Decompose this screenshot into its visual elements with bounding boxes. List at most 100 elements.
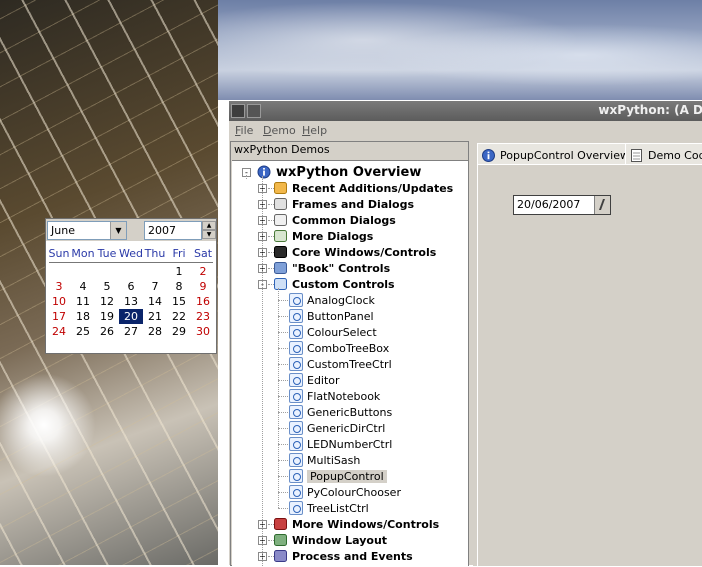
- calendar-day[interactable]: 25: [71, 324, 95, 339]
- tree-item-selected[interactable]: PopupControl: [289, 468, 387, 484]
- tree-item[interactable]: CustomTreeCtrl: [289, 356, 392, 372]
- sun-glare: [0, 370, 110, 480]
- tree-item[interactable]: LEDNumberCtrl: [289, 436, 392, 452]
- tree-group[interactable]: More Windows/Controls: [273, 516, 439, 532]
- calendar-day[interactable]: 7: [143, 279, 167, 294]
- calendar-day[interactable]: 23: [191, 309, 215, 324]
- calendar-day[interactable]: 3: [47, 279, 71, 294]
- popup-button-icon[interactable]: [594, 196, 610, 214]
- title-bar[interactable]: wxPython: (A D: [229, 101, 702, 121]
- calendar-day[interactable]: 30: [191, 324, 215, 339]
- tree-connector: [262, 176, 263, 567]
- tree-item-label: GenericDirCtrl: [307, 421, 386, 435]
- core-controls-icon: [273, 245, 288, 259]
- spin-down-icon[interactable]: ▼: [202, 230, 216, 239]
- tree-item[interactable]: ComboTreeBox: [289, 340, 389, 356]
- calendar-day[interactable]: 22: [167, 309, 191, 324]
- calendar-day[interactable]: 28: [143, 324, 167, 339]
- tree-item[interactable]: MultiSash: [289, 452, 360, 468]
- tree-group[interactable]: Window Layout: [273, 532, 387, 548]
- spin-up-icon[interactable]: ▲: [202, 221, 216, 230]
- calendar-day[interactable]: 15: [167, 294, 191, 309]
- tree-group[interactable]: More Dialogs: [273, 228, 373, 244]
- tree-item-label: PopupControl: [307, 469, 387, 483]
- calendar-week: 10 11 12 13 14 15 16: [47, 294, 215, 309]
- calendar-day[interactable]: 11: [71, 294, 95, 309]
- calendar-day[interactable]: 1: [167, 264, 191, 279]
- calendar-day[interactable]: 29: [167, 324, 191, 339]
- calendar-day[interactable]: 8: [167, 279, 191, 294]
- chevron-down-icon[interactable]: ▼: [110, 222, 126, 239]
- calendar-day[interactable]: 16: [191, 294, 215, 309]
- window-title: wxPython: (A D: [598, 103, 702, 117]
- tree-group[interactable]: Core Windows/Controls: [273, 244, 436, 260]
- calendar-day[interactable]: 14: [143, 294, 167, 309]
- tree-group[interactable]: Process and Events: [273, 548, 413, 564]
- tree-root[interactable]: wxPython Overview: [257, 164, 421, 180]
- tree-item[interactable]: AnalogClock: [289, 292, 375, 308]
- calendar-day[interactable]: 17: [47, 309, 71, 324]
- weekday-label: Fri: [172, 247, 186, 260]
- calendar-day[interactable]: 18: [71, 309, 95, 324]
- calendar-day[interactable]: 19: [95, 309, 119, 324]
- year-field[interactable]: 2007: [144, 221, 202, 240]
- menu-label: ile: [240, 124, 254, 137]
- calendar-day[interactable]: 21: [143, 309, 167, 324]
- tree-group[interactable]: Frames and Dialogs: [273, 196, 414, 212]
- tree-group-label: Frames and Dialogs: [292, 197, 414, 211]
- month-select[interactable]: June ▼: [47, 221, 127, 240]
- dialog-icon: [273, 213, 288, 227]
- calendar-day[interactable]: 2: [191, 264, 215, 279]
- tree-item[interactable]: ColourSelect: [289, 324, 377, 340]
- tree-item[interactable]: PyColourChooser: [289, 484, 401, 500]
- calendar-day[interactable]: 26: [95, 324, 119, 339]
- calendar-day[interactable]: 6: [119, 279, 143, 294]
- year-spinner[interactable]: ▲ ▼: [202, 221, 216, 240]
- tree-item[interactable]: TreeListCtrl: [289, 500, 369, 516]
- weekday-header: Sun Mon Tue Wed Thu Fri Sat: [47, 246, 215, 261]
- calendar-day[interactable]: 9: [191, 279, 215, 294]
- tree-group[interactable]: Common Dialogs: [273, 212, 396, 228]
- tree-group-label: "Book" Controls: [292, 261, 391, 275]
- calendar-day[interactable]: 5: [95, 279, 119, 294]
- demo-tree[interactable]: - wxPython Overview + Recent Additions/Upda…: [232, 160, 468, 567]
- tree-group[interactable]: Recent Additions/Updates: [273, 180, 453, 196]
- calendar-day[interactable]: 20: [119, 309, 143, 324]
- tree-group-label: Core Windows/Controls: [292, 245, 437, 259]
- tree-item-label: ButtonPanel: [307, 309, 374, 323]
- calendar-day[interactable]: 4: [71, 279, 95, 294]
- menu-help[interactable]: Help: [302, 124, 327, 137]
- demo-item-icon: [289, 405, 303, 419]
- tree-connector: [278, 316, 288, 317]
- weekday-label: Wed: [119, 247, 143, 260]
- tree-item[interactable]: Editor: [289, 372, 340, 388]
- tree-group[interactable]: Custom Controls: [273, 276, 395, 292]
- menu-demo[interactable]: Demo: [263, 124, 296, 137]
- calendar-day[interactable]: 10: [47, 294, 71, 309]
- tree-group-label: Recent Additions/Updates: [292, 181, 454, 195]
- layout-icon: [273, 533, 288, 547]
- tree-item[interactable]: ButtonPanel: [289, 308, 374, 324]
- window-menu-icon[interactable]: [231, 104, 245, 118]
- tree-item-label: PyColourChooser: [307, 485, 401, 499]
- tree-item-label: LEDNumberCtrl: [307, 437, 393, 451]
- tree-item[interactable]: FlatNotebook: [289, 388, 380, 404]
- custom-controls-icon: [273, 277, 288, 291]
- date-popup-combo[interactable]: 20/06/2007: [513, 195, 611, 215]
- app-icon[interactable]: [247, 104, 261, 118]
- year-value: 2007: [148, 224, 176, 237]
- weekday-label: Mon: [71, 247, 95, 260]
- tree-group[interactable]: "Book" Controls: [273, 260, 390, 276]
- tab-overview[interactable]: PopupControl Overview: [477, 143, 634, 164]
- tab-demo-code[interactable]: Demo Code: [625, 143, 702, 164]
- weekday-label: Sun: [48, 247, 70, 260]
- calendar-day[interactable]: 13: [119, 294, 143, 309]
- calendar-day[interactable]: 24: [47, 324, 71, 339]
- calendar-day[interactable]: 27: [119, 324, 143, 339]
- calendar-day[interactable]: 12: [95, 294, 119, 309]
- demo-item-icon: [289, 341, 303, 355]
- menu-file[interactable]: File: [235, 124, 253, 137]
- windows-icon: [273, 517, 288, 531]
- tree-item[interactable]: GenericDirCtrl: [289, 420, 385, 436]
- tree-item[interactable]: GenericButtons: [289, 404, 392, 420]
